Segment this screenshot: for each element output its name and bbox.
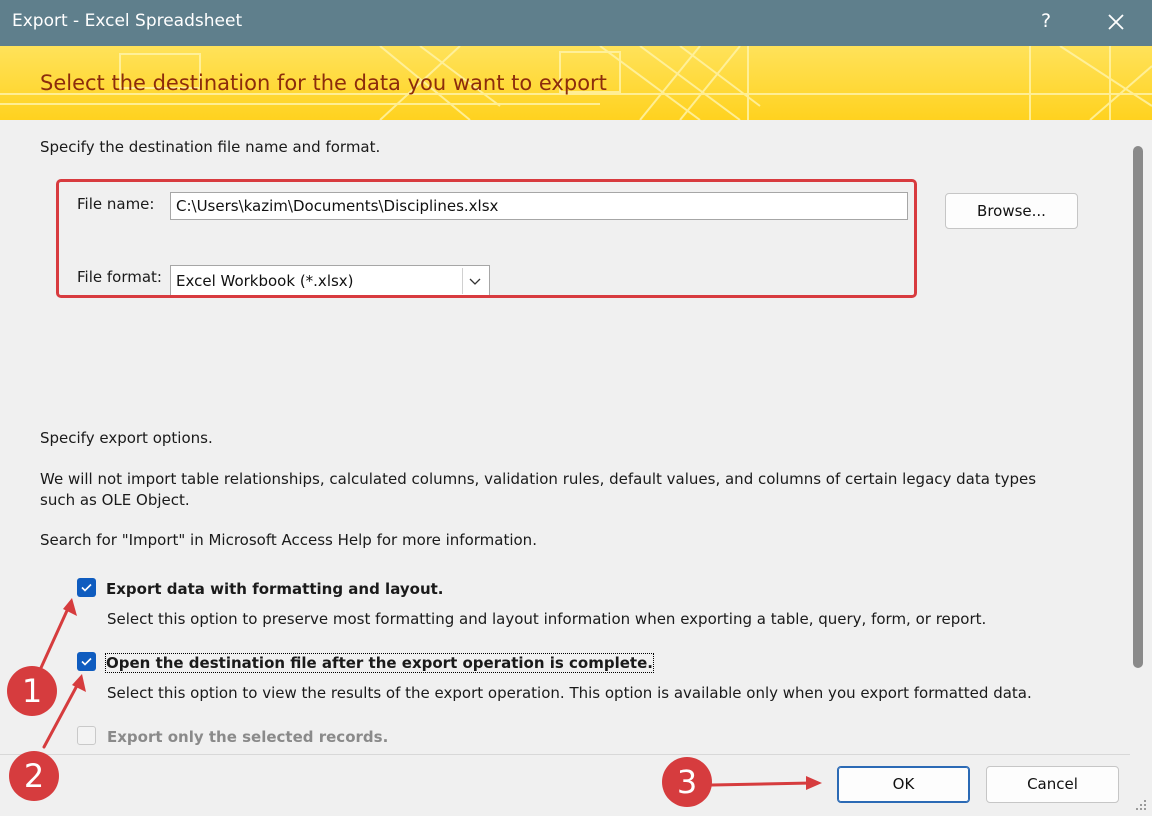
arrow-3-head	[806, 776, 822, 790]
arrow-1-line	[38, 602, 72, 672]
annotation-badge-3: 3	[662, 757, 712, 807]
annotation-badge-2: 2	[9, 751, 59, 801]
annotation-arrows	[38, 598, 822, 790]
annotation-badge-1: 1	[7, 666, 57, 716]
arrow-3-line	[710, 781, 814, 787]
